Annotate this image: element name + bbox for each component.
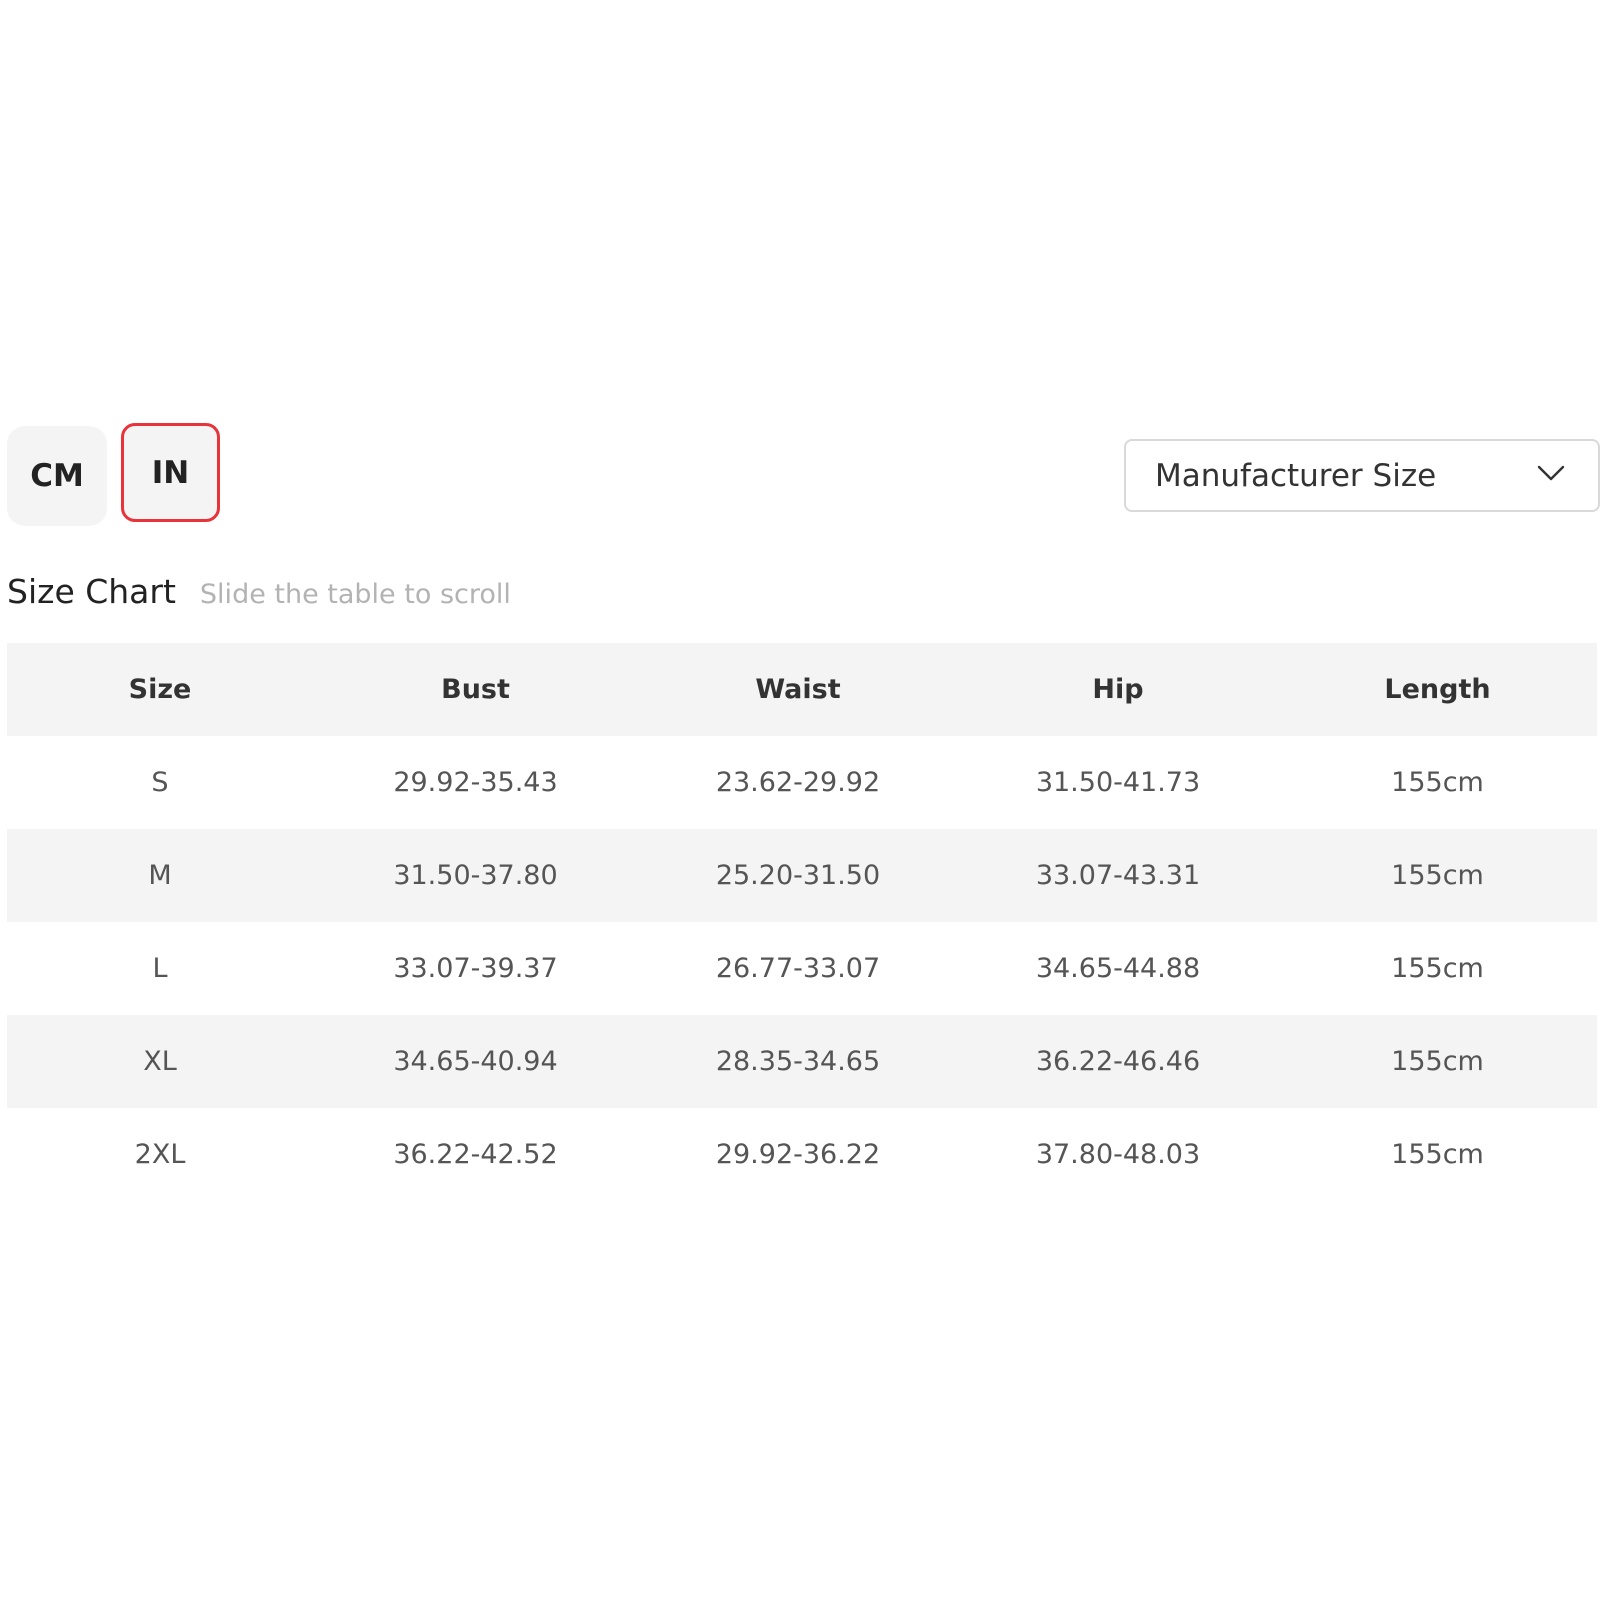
size-type-dropdown[interactable]: Manufacturer Size	[1124, 439, 1600, 512]
size-type-dropdown-value: Manufacturer Size	[1155, 457, 1437, 494]
table-cell: S	[151, 767, 169, 798]
table-cell: L	[152, 953, 168, 984]
header-hip: Hip	[958, 643, 1278, 736]
table-cell: 36.22-46.46	[958, 1015, 1278, 1108]
table-cell: 31.50-41.73	[1035, 767, 1201, 798]
table-cell: 28.35-34.65	[638, 1015, 958, 1108]
table-cell: 33.07-39.37	[393, 953, 558, 984]
unit-in-button[interactable]: IN	[121, 423, 220, 522]
table-cell: 29.92-36.22	[715, 1139, 881, 1170]
table-cell: 33.07-43.31	[958, 829, 1278, 922]
unit-cm-button[interactable]: CM	[7, 426, 107, 526]
table-cell: 155cm	[1391, 953, 1484, 984]
table-cell: M	[7, 829, 313, 922]
table-cell: XL	[7, 1015, 313, 1108]
header-size: Size	[7, 643, 313, 736]
table-row: M 31.50-37.80 25.20-31.50 33.07-43.31 15…	[7, 829, 1597, 922]
scroll-hint: Slide the table to scroll	[199, 579, 511, 610]
size-table[interactable]: Size Bust Waist Hip Length S 29.92-35.43…	[7, 643, 1597, 1201]
table-cell: 37.80-48.03	[1035, 1139, 1201, 1170]
size-chart-title: Size Chart	[7, 572, 176, 611]
table-row: 2XL 36.22-42.52 29.92-36.22 37.80-48.03 …	[7, 1108, 1597, 1201]
table-cell: 29.92-35.43	[393, 767, 558, 798]
table-cell: 31.50-37.80	[313, 829, 638, 922]
size-chart-page: CM IN Manufacturer Size Size Chart Slide…	[0, 0, 1600, 1600]
header-waist: Waist	[638, 643, 958, 736]
table-header-row: Size Bust Waist Hip Length	[7, 643, 1597, 736]
header-length: Length	[1278, 643, 1597, 736]
size-chart-header: Size Chart Slide the table to scroll	[7, 572, 511, 611]
table-cell: 155cm	[1278, 829, 1597, 922]
table-row: XL 34.65-40.94 28.35-34.65 36.22-46.46 1…	[7, 1015, 1597, 1108]
table-row: S 29.92-35.43 23.62-29.92 31.50-41.73 15…	[7, 736, 1597, 829]
table-cell: 34.65-44.88	[1035, 953, 1201, 984]
chevron-down-icon	[1537, 465, 1565, 481]
table-cell: 26.77-33.07	[715, 953, 881, 984]
table-cell: 23.62-29.92	[715, 767, 881, 798]
table-row: L 33.07-39.37 26.77-33.07 34.65-44.88 15…	[7, 922, 1597, 1015]
table-cell: 155cm	[1278, 1015, 1597, 1108]
header-bust: Bust	[313, 643, 638, 736]
table-cell: 36.22-42.52	[393, 1139, 558, 1170]
table-cell: 34.65-40.94	[313, 1015, 638, 1108]
table-cell: 155cm	[1391, 1139, 1484, 1170]
table-cell: 155cm	[1391, 767, 1484, 798]
table-cell: 2XL	[134, 1139, 186, 1170]
table-cell: 25.20-31.50	[638, 829, 958, 922]
